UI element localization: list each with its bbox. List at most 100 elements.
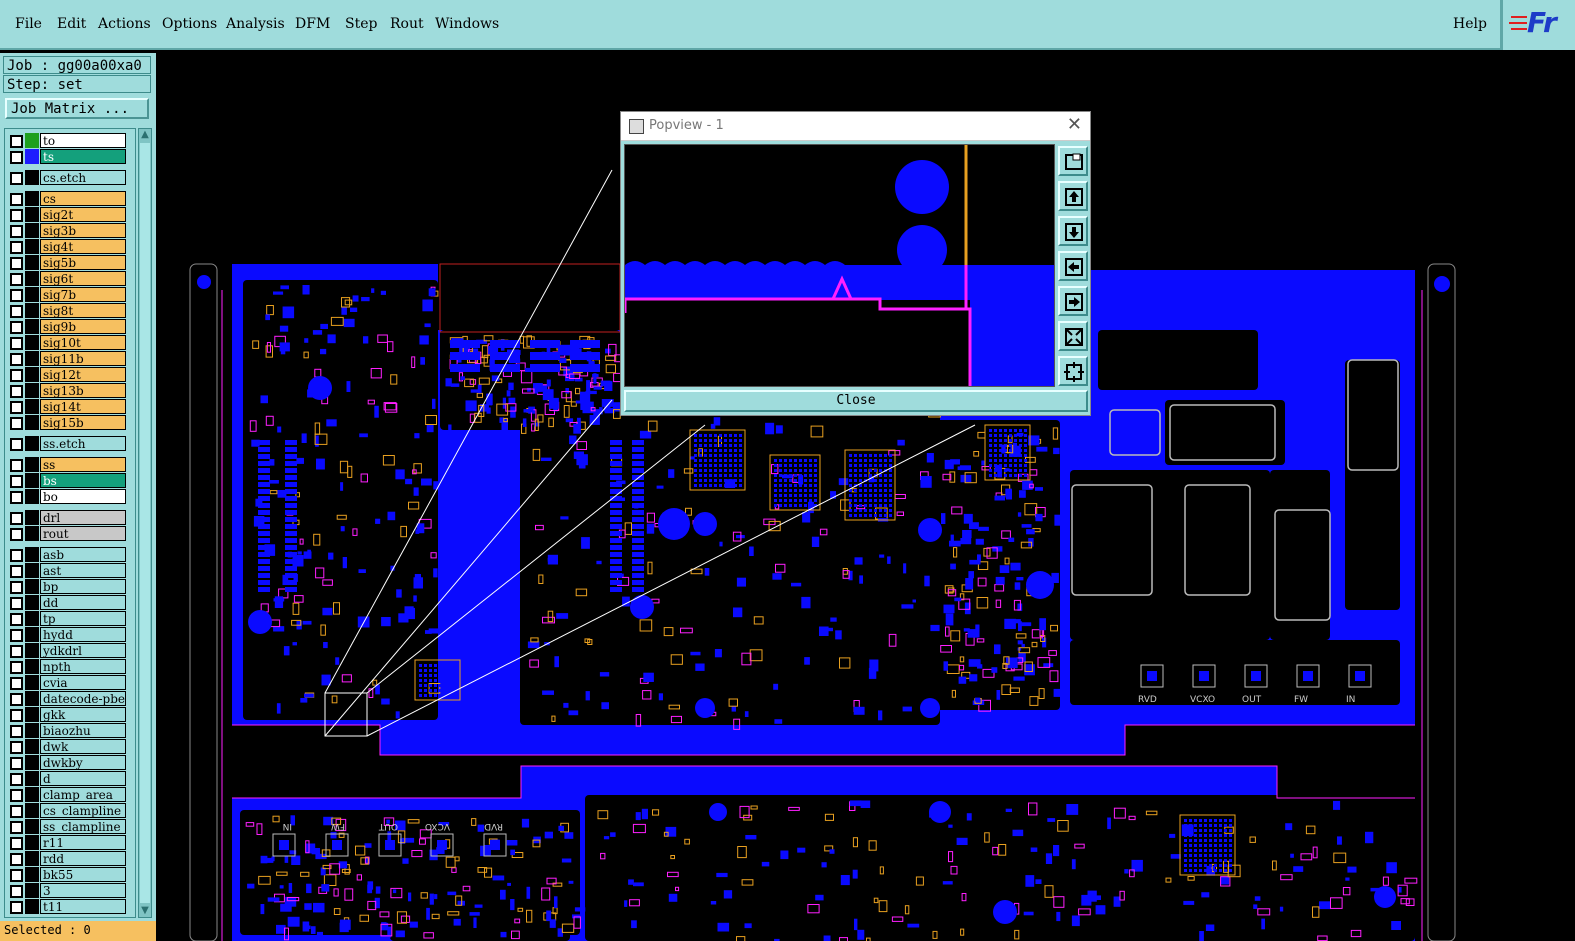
layer-row-tp[interactable]: tp (5, 611, 135, 627)
layer-color-swatch[interactable] (25, 436, 39, 451)
layer-checkbox[interactable] (10, 677, 23, 690)
layer-row-hydd[interactable]: hydd (5, 627, 135, 643)
menu-actions[interactable]: Actions (98, 16, 151, 32)
menu-rout[interactable]: Rout (390, 16, 424, 32)
popview-close-button[interactable]: Close (624, 390, 1088, 412)
layer-checkbox[interactable] (10, 151, 23, 164)
layer-color-swatch[interactable] (25, 643, 39, 658)
layer-checkbox[interactable] (10, 885, 23, 898)
layer-color-swatch[interactable] (25, 675, 39, 690)
layer-checkbox[interactable] (10, 305, 23, 318)
layer-row-sig15b[interactable]: sig15b (5, 415, 135, 431)
layer-checkbox[interactable] (10, 417, 23, 430)
layer-checkbox[interactable] (10, 459, 23, 472)
scroll-thumb[interactable] (140, 143, 150, 903)
layer-checkbox[interactable] (10, 337, 23, 350)
layer-color-swatch[interactable] (25, 579, 39, 594)
layer-name[interactable]: npth (40, 659, 126, 674)
layer-name[interactable]: dwkby (40, 755, 126, 770)
menu-file[interactable]: File (15, 16, 42, 32)
layer-color-swatch[interactable] (25, 611, 39, 626)
layer-name[interactable]: tp (40, 611, 126, 626)
layer-color-swatch[interactable] (25, 335, 39, 350)
layer-name[interactable]: sig4t (40, 239, 126, 254)
layer-checkbox[interactable] (10, 581, 23, 594)
layer-color-swatch[interactable] (25, 255, 39, 270)
layer-color-swatch[interactable] (25, 351, 39, 366)
menu-step[interactable]: Step (345, 16, 377, 32)
layer-color-swatch[interactable] (25, 191, 39, 206)
layer-checkbox[interactable] (10, 209, 23, 222)
layer-color-swatch[interactable] (25, 691, 39, 706)
layer-row-d[interactable]: d (5, 771, 135, 787)
zoom-window-icon[interactable] (1058, 146, 1088, 176)
layer-row-ast[interactable]: ast (5, 563, 135, 579)
layer-checkbox[interactable] (10, 565, 23, 578)
layer-color-swatch[interactable] (25, 399, 39, 414)
layer-row-sig6t[interactable]: sig6t (5, 271, 135, 287)
layer-color-swatch[interactable] (25, 851, 39, 866)
layer-checkbox[interactable] (10, 385, 23, 398)
layer-row-asb[interactable]: asb (5, 547, 135, 563)
menu-edit[interactable]: Edit (57, 16, 86, 32)
layer-row-dd[interactable]: dd (5, 595, 135, 611)
layer-row-bp[interactable]: bp (5, 579, 135, 595)
layer-color-swatch[interactable] (25, 133, 39, 148)
layer-checkbox[interactable] (10, 853, 23, 866)
menu-help[interactable]: Help (1453, 16, 1487, 32)
layer-checkbox[interactable] (10, 693, 23, 706)
pan-down-icon[interactable] (1058, 216, 1088, 246)
layer-checkbox[interactable] (10, 709, 23, 722)
layer-row-npth[interactable]: npth (5, 659, 135, 675)
layer-row-bk55[interactable]: bk55 (5, 867, 135, 883)
layer-name[interactable]: sig7b (40, 287, 126, 302)
layer-color-swatch[interactable] (25, 547, 39, 562)
layer-name[interactable]: ss_clampline (40, 819, 126, 834)
layer-name[interactable]: biaozhu (40, 723, 126, 738)
layer-checkbox[interactable] (10, 773, 23, 786)
job-matrix-button[interactable]: Job Matrix ... (5, 98, 149, 119)
layer-row-cs[interactable]: cs (5, 191, 135, 207)
layer-checkbox[interactable] (10, 321, 23, 334)
layer-row-cs-etch[interactable]: cs.etch (5, 170, 135, 186)
scroll-up-icon[interactable]: ▲ (139, 129, 151, 141)
layer-row-dwkby[interactable]: dwkby (5, 755, 135, 771)
layer-checkbox[interactable] (10, 353, 23, 366)
menu-options[interactable]: Options (162, 16, 217, 32)
layer-checkbox[interactable] (10, 257, 23, 270)
layer-checkbox[interactable] (10, 821, 23, 834)
pan-left-icon[interactable] (1058, 251, 1088, 281)
layer-checkbox[interactable] (10, 172, 23, 185)
close-icon[interactable]: ✕ (1067, 114, 1082, 135)
layer-color-swatch[interactable] (25, 723, 39, 738)
layer-checkbox[interactable] (10, 193, 23, 206)
layer-row-sig13b[interactable]: sig13b (5, 383, 135, 399)
layer-name[interactable]: hydd (40, 627, 126, 642)
layer-name[interactable]: sig10t (40, 335, 126, 350)
layer-name[interactable]: ts (40, 149, 126, 164)
layer-name[interactable]: bk55 (40, 867, 126, 882)
layer-row-ydkdrl[interactable]: ydkdrl (5, 643, 135, 659)
layer-name[interactable]: bs (40, 473, 126, 488)
layer-row-sig10t[interactable]: sig10t (5, 335, 135, 351)
layer-color-swatch[interactable] (25, 473, 39, 488)
layer-row-to[interactable]: to (5, 133, 135, 149)
layer-row-biaozhu[interactable]: biaozhu (5, 723, 135, 739)
layer-name[interactable]: sig3b (40, 223, 126, 238)
layer-row-rout[interactable]: rout (5, 526, 135, 542)
layer-name[interactable]: cs (40, 191, 126, 206)
layer-color-swatch[interactable] (25, 563, 39, 578)
layer-checkbox[interactable] (10, 225, 23, 238)
layer-checkbox[interactable] (10, 613, 23, 626)
layer-name[interactable]: drl (40, 510, 126, 525)
layer-color-swatch[interactable] (25, 595, 39, 610)
layer-color-swatch[interactable] (25, 899, 39, 914)
layer-checkbox[interactable] (10, 401, 23, 414)
layer-color-swatch[interactable] (25, 803, 39, 818)
layer-row-ss[interactable]: ss (5, 457, 135, 473)
layer-color-swatch[interactable] (25, 510, 39, 525)
layer-name[interactable]: cs_clampline (40, 803, 126, 818)
layer-name[interactable]: dd (40, 595, 126, 610)
layer-name[interactable]: t11 (40, 899, 126, 914)
layer-color-swatch[interactable] (25, 239, 39, 254)
